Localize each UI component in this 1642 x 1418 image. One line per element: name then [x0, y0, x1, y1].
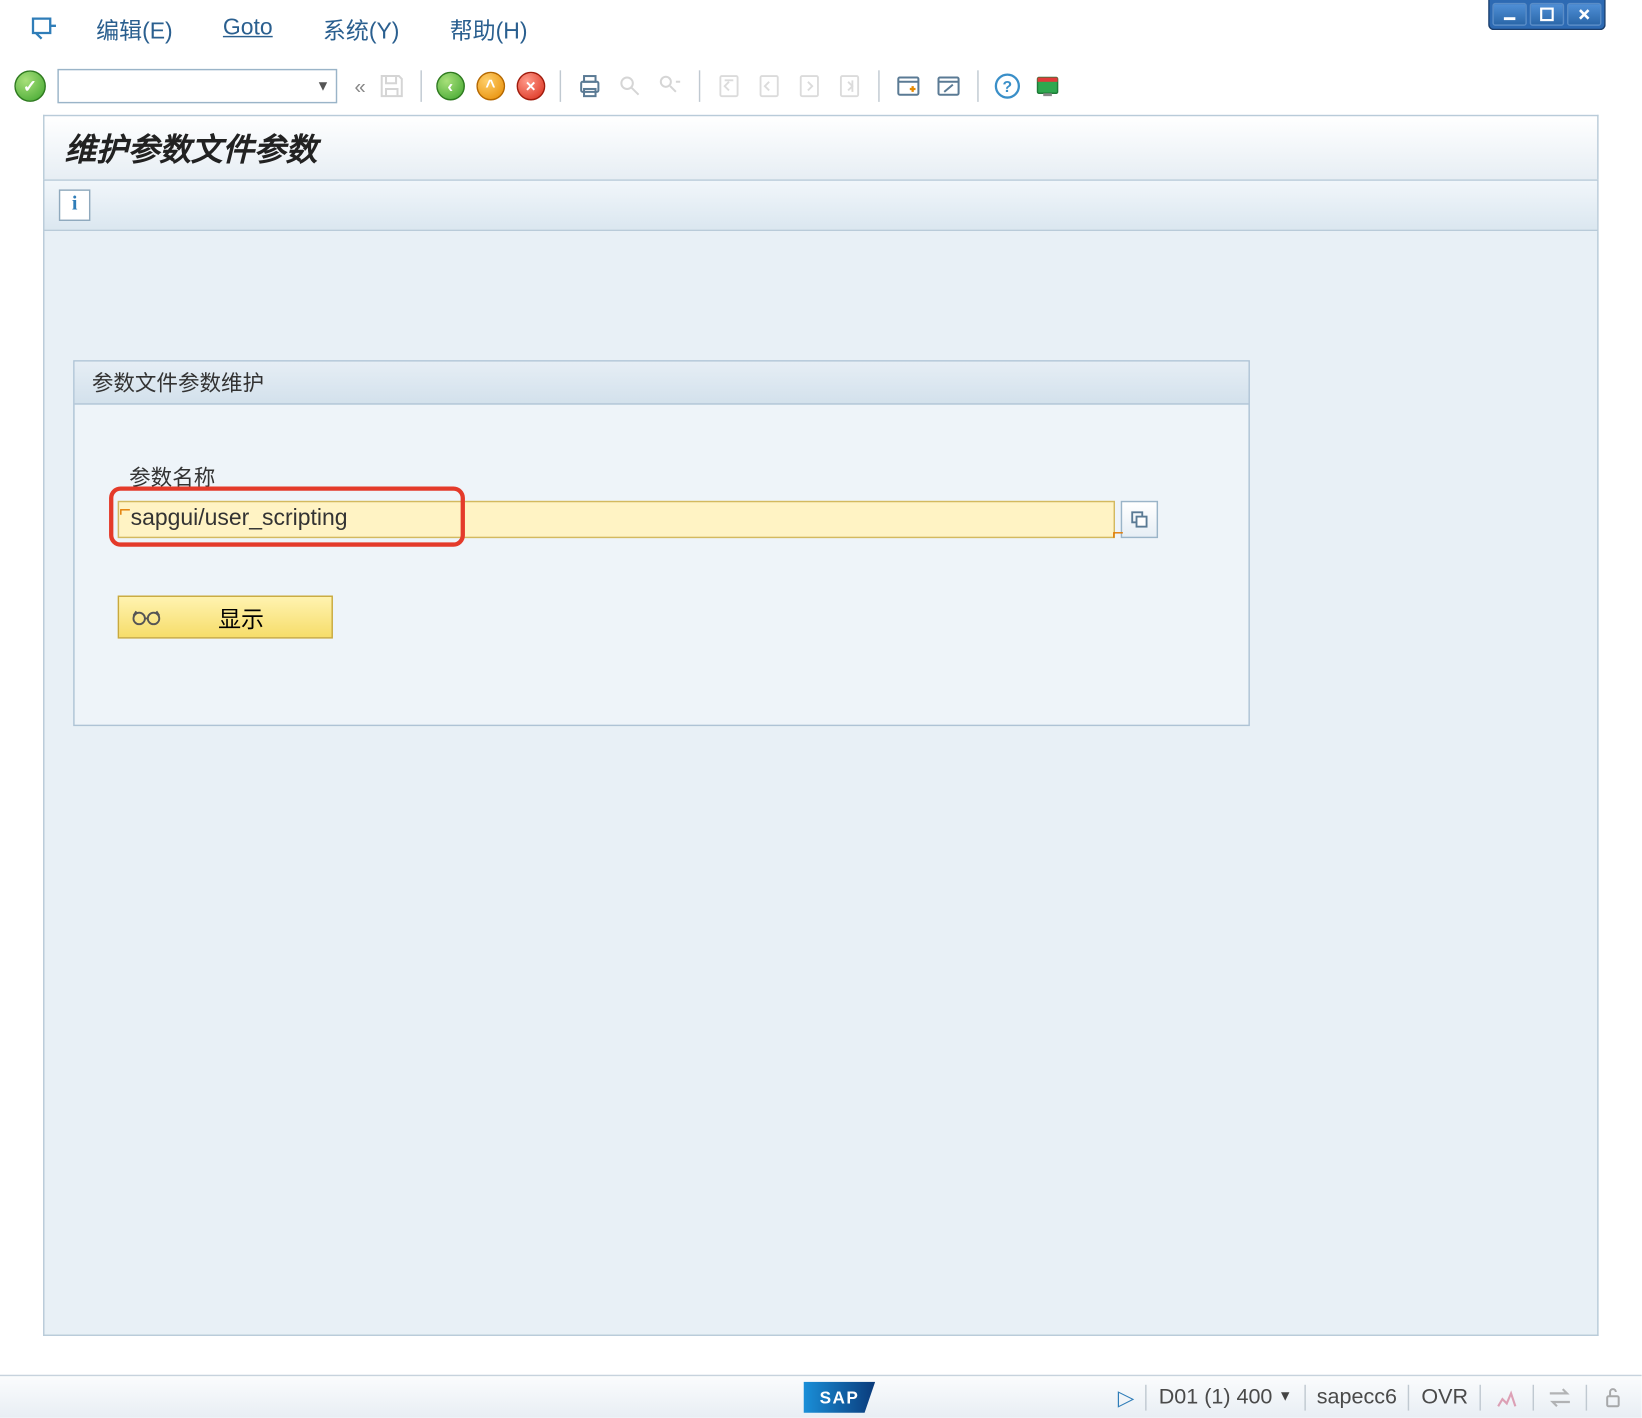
last-page-button — [832, 69, 866, 103]
separator — [878, 70, 879, 102]
standard-toolbar: ▼ « ‹ ^ × ? — [0, 57, 1642, 114]
new-session-button[interactable] — [891, 69, 925, 103]
window-controls — [1488, 0, 1606, 30]
menu-indicator-icon[interactable] — [29, 12, 61, 44]
glasses-icon — [131, 607, 163, 627]
menu-system[interactable]: 系统(Y) — [323, 11, 400, 45]
sap-logo: SAP — [804, 1381, 876, 1413]
svg-text:?: ? — [1002, 79, 1012, 96]
find-button — [612, 69, 646, 103]
param-name-label: 参数名称 — [129, 462, 1205, 492]
close-button[interactable] — [1567, 3, 1601, 26]
separator — [1533, 1384, 1534, 1410]
prev-page-button — [752, 69, 786, 103]
first-page-button — [711, 69, 745, 103]
menu-edit[interactable]: 编辑(E) — [96, 11, 173, 45]
find-next-button — [653, 69, 687, 103]
separator — [699, 70, 700, 102]
enter-button[interactable] — [14, 70, 46, 102]
dropdown-icon[interactable]: ▼ — [316, 78, 330, 94]
param-groupbox: 参数文件参数维护 参数名称 ⌐ ⌐ 显示 — [73, 360, 1250, 726]
exit-button[interactable]: ^ — [473, 69, 507, 103]
minimize-button[interactable] — [1492, 3, 1526, 26]
print-button[interactable] — [572, 69, 606, 103]
dropdown-icon[interactable]: ▼ — [1278, 1389, 1292, 1405]
separator — [1408, 1384, 1409, 1410]
menubar: 编辑(E) Goto 系统(Y) 帮助(H) — [0, 0, 1642, 57]
status-expand-icon[interactable]: ▷ — [1118, 1384, 1135, 1410]
session-info[interactable]: D01 (1) 400 ▼ — [1159, 1385, 1293, 1409]
separator — [1146, 1384, 1147, 1410]
value-help-button[interactable] — [1121, 501, 1158, 538]
cancel-button[interactable]: × — [513, 69, 547, 103]
separator — [1586, 1384, 1587, 1410]
display-button-label: 显示 — [162, 600, 320, 634]
maximize-button[interactable] — [1530, 3, 1564, 26]
separator — [420, 70, 421, 102]
separator — [1479, 1384, 1480, 1410]
save-button — [374, 69, 408, 103]
back-button[interactable]: ‹ — [433, 69, 467, 103]
host-text: sapecc6 — [1317, 1385, 1397, 1409]
transfer-icon[interactable] — [1545, 1383, 1574, 1412]
command-field[interactable]: ▼ — [57, 69, 337, 103]
info-button[interactable]: i — [59, 189, 91, 221]
session-text: D01 (1) 400 — [1159, 1385, 1273, 1409]
page-title: 维护参数文件参数 — [65, 132, 318, 168]
required-marker-icon: ⌐ — [1112, 521, 1124, 544]
separator — [559, 70, 560, 102]
separator — [977, 70, 978, 102]
application-toolbar: i — [43, 179, 1599, 231]
collapse-toolbar-icon[interactable]: « — [354, 75, 365, 98]
insert-mode-text[interactable]: OVR — [1421, 1385, 1468, 1409]
create-shortcut-button[interactable] — [931, 69, 965, 103]
next-page-button — [792, 69, 826, 103]
signal-icon — [1492, 1383, 1521, 1412]
groupbox-header: 参数文件参数维护 — [75, 362, 1249, 405]
menu-goto[interactable]: Goto — [223, 15, 273, 41]
client-area: 参数文件参数维护 参数名称 ⌐ ⌐ 显示 — [43, 231, 1599, 1336]
param-name-input[interactable] — [118, 501, 1115, 538]
title-bar: 维护参数文件参数 — [43, 115, 1599, 180]
menu-help[interactable]: 帮助(H) — [450, 11, 528, 45]
separator — [1304, 1384, 1305, 1410]
status-bar: SAP ▷ D01 (1) 400 ▼ sapecc6 OVR — [0, 1375, 1642, 1418]
display-button[interactable]: 显示 — [118, 596, 333, 639]
customize-layout-button[interactable] — [1030, 69, 1064, 103]
help-button[interactable]: ? — [990, 69, 1024, 103]
lock-icon[interactable] — [1599, 1383, 1628, 1412]
required-marker-icon: ⌐ — [119, 498, 131, 521]
